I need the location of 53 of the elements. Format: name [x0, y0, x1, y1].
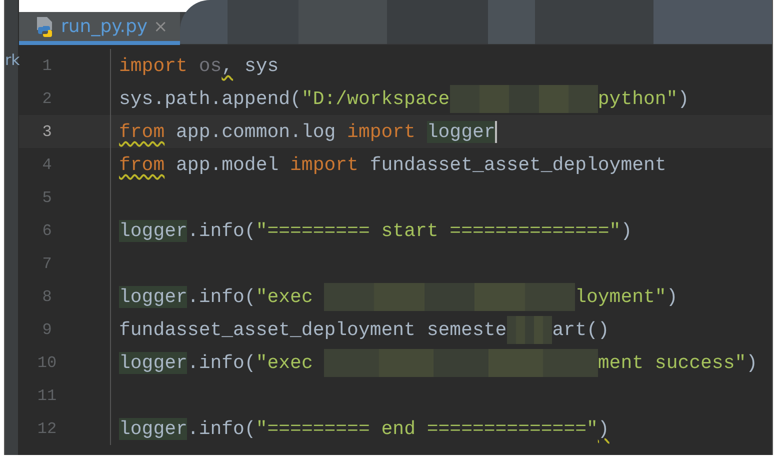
close-icon[interactable]: ×	[154, 16, 168, 36]
code-token: )	[746, 352, 758, 374]
code-token: logger	[119, 220, 188, 242]
line-number: 7	[41, 254, 53, 272]
redacted-area	[506, 316, 552, 344]
code-token: fundasset_asset_deployment	[368, 154, 666, 176]
line-number: 3	[41, 122, 53, 140]
code-token: python"	[598, 88, 678, 110]
code-token: sys.path.append(	[119, 88, 302, 110]
code-token: ment success"	[598, 352, 746, 374]
code-token: import	[290, 154, 358, 176]
code-token: fundasset_asset_deployment semeste	[119, 318, 507, 340]
code-token: ,	[222, 54, 234, 76]
code-token: import	[347, 120, 416, 142]
code-token: logger	[119, 286, 188, 308]
code-token: )	[666, 286, 678, 308]
code-token: "========= end =============="	[256, 418, 598, 440]
line-number: 4	[41, 156, 53, 174]
code-token: .info(	[187, 352, 256, 374]
code-token: .info(	[187, 220, 256, 242]
line-number: 12	[36, 420, 58, 438]
code-token: app.model	[175, 154, 280, 176]
code-token: logger	[119, 352, 188, 374]
line-number: 6	[41, 222, 53, 240]
code-token: art()	[552, 318, 610, 340]
panel-label: rk	[5, 51, 19, 69]
code-token: )	[598, 418, 610, 440]
line-number: 1	[41, 56, 53, 74]
line-number: 8	[41, 288, 53, 306]
editor-tab[interactable]: run_py.py ×	[19, 12, 180, 45]
code-token: "D:/workspace	[301, 88, 450, 110]
line-number: 9	[41, 320, 53, 338]
line-number: 10	[36, 354, 58, 372]
code-token: import	[119, 54, 188, 76]
code-token: logger	[119, 418, 188, 440]
code-token: loyment"	[575, 286, 666, 308]
code-token: )	[678, 88, 690, 110]
line-number: 2	[41, 90, 53, 108]
code-token: )	[620, 220, 632, 242]
code-token: "exec	[256, 286, 314, 308]
code-token: logger	[426, 120, 498, 142]
line-number: 11	[36, 386, 58, 404]
python-file-icon	[35, 16, 55, 38]
code-token: os	[198, 54, 222, 76]
code-token: app.common.log	[175, 120, 337, 142]
line-number: 5	[41, 188, 53, 206]
code-token: from	[119, 120, 165, 142]
code-token: sys	[243, 54, 279, 76]
code-token: "exec	[256, 352, 314, 374]
code-token: .info(	[187, 286, 256, 308]
code-token: from	[119, 154, 165, 176]
code-token: "========= start =============="	[256, 220, 621, 242]
code-token: .info(	[187, 418, 256, 440]
